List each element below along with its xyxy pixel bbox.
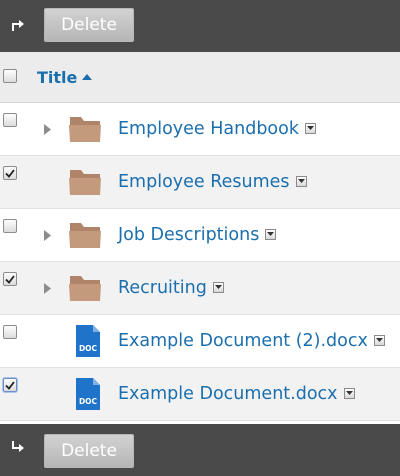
delete-button-bottom[interactable]: Delete [44, 434, 134, 468]
chevron-down-icon [345, 391, 353, 395]
item-menu-button[interactable] [373, 334, 385, 346]
checkmark-icon [5, 274, 15, 284]
item-name-link[interactable]: Job Descriptions [118, 223, 277, 247]
arrow-turn-down-right-icon [6, 436, 30, 460]
word-document-icon: DOC [75, 324, 101, 358]
item-menu-button[interactable] [295, 175, 307, 187]
expand-arrow-icon[interactable] [42, 123, 52, 135]
list-item: Recruiting [0, 262, 400, 315]
list-item: Job Descriptions [0, 209, 400, 262]
item-checkbox[interactable] [3, 325, 17, 339]
expand-arrow-icon[interactable] [42, 282, 52, 294]
checkmark-icon [5, 380, 15, 390]
item-name-text: Job Descriptions [118, 225, 260, 245]
chevron-down-icon [267, 232, 275, 236]
list-header: Title [0, 52, 400, 103]
chevron-down-icon [375, 338, 383, 342]
folder-icon [68, 220, 102, 250]
chevron-down-icon [214, 285, 222, 289]
title-column-label: Title [37, 67, 78, 87]
folder-icon [68, 114, 102, 144]
item-name-text: Example Document (2).docx [118, 331, 368, 351]
list-item: Employee Resumes [0, 156, 400, 209]
list-item: DOC Example Document.docx [0, 368, 400, 421]
delete-button-top[interactable]: Delete [44, 8, 134, 42]
item-menu-button[interactable] [265, 228, 277, 240]
top-toolbar: Delete [0, 0, 400, 52]
item-menu-button[interactable] [304, 122, 316, 134]
folder-icon [68, 167, 102, 197]
expand-arrow-icon[interactable] [42, 229, 52, 241]
item-checkbox[interactable] [3, 113, 17, 127]
bottom-toolbar: Delete [0, 424, 400, 476]
folder-icon [68, 273, 102, 303]
sort-ascending-icon [82, 74, 93, 80]
list-item: Employee Handbook [0, 103, 400, 156]
item-name-text: Employee Resumes [118, 172, 290, 192]
item-checkbox[interactable] [3, 166, 17, 180]
arrow-turn-right-icon [6, 12, 30, 36]
item-name-link[interactable]: Employee Resumes [118, 170, 307, 194]
item-checkbox[interactable] [3, 219, 17, 233]
item-name-link[interactable]: Example Document.docx [118, 382, 355, 406]
item-name-text: Recruiting [118, 278, 207, 298]
item-name-link[interactable]: Recruiting [118, 276, 224, 300]
select-all-checkbox[interactable] [3, 69, 17, 83]
item-name-text: Example Document.docx [118, 384, 338, 404]
chevron-down-icon [297, 179, 305, 183]
item-checkbox[interactable] [3, 378, 17, 392]
title-column-header[interactable]: Title [37, 66, 93, 88]
svg-text:DOC: DOC [79, 397, 98, 406]
item-checkbox[interactable] [3, 272, 17, 286]
chevron-down-icon [306, 126, 314, 130]
file-list: Title Employee Handbook Employee Resumes… [0, 52, 400, 421]
item-name-link[interactable]: Example Document (2).docx [118, 329, 385, 353]
checkmark-icon [5, 168, 15, 178]
item-menu-button[interactable] [343, 387, 355, 399]
item-menu-button[interactable] [212, 281, 224, 293]
word-document-icon: DOC [75, 377, 101, 411]
item-name-text: Employee Handbook [118, 119, 299, 139]
svg-text:DOC: DOC [79, 344, 98, 353]
item-name-link[interactable]: Employee Handbook [118, 117, 316, 141]
list-item: DOC Example Document (2).docx [0, 315, 400, 368]
